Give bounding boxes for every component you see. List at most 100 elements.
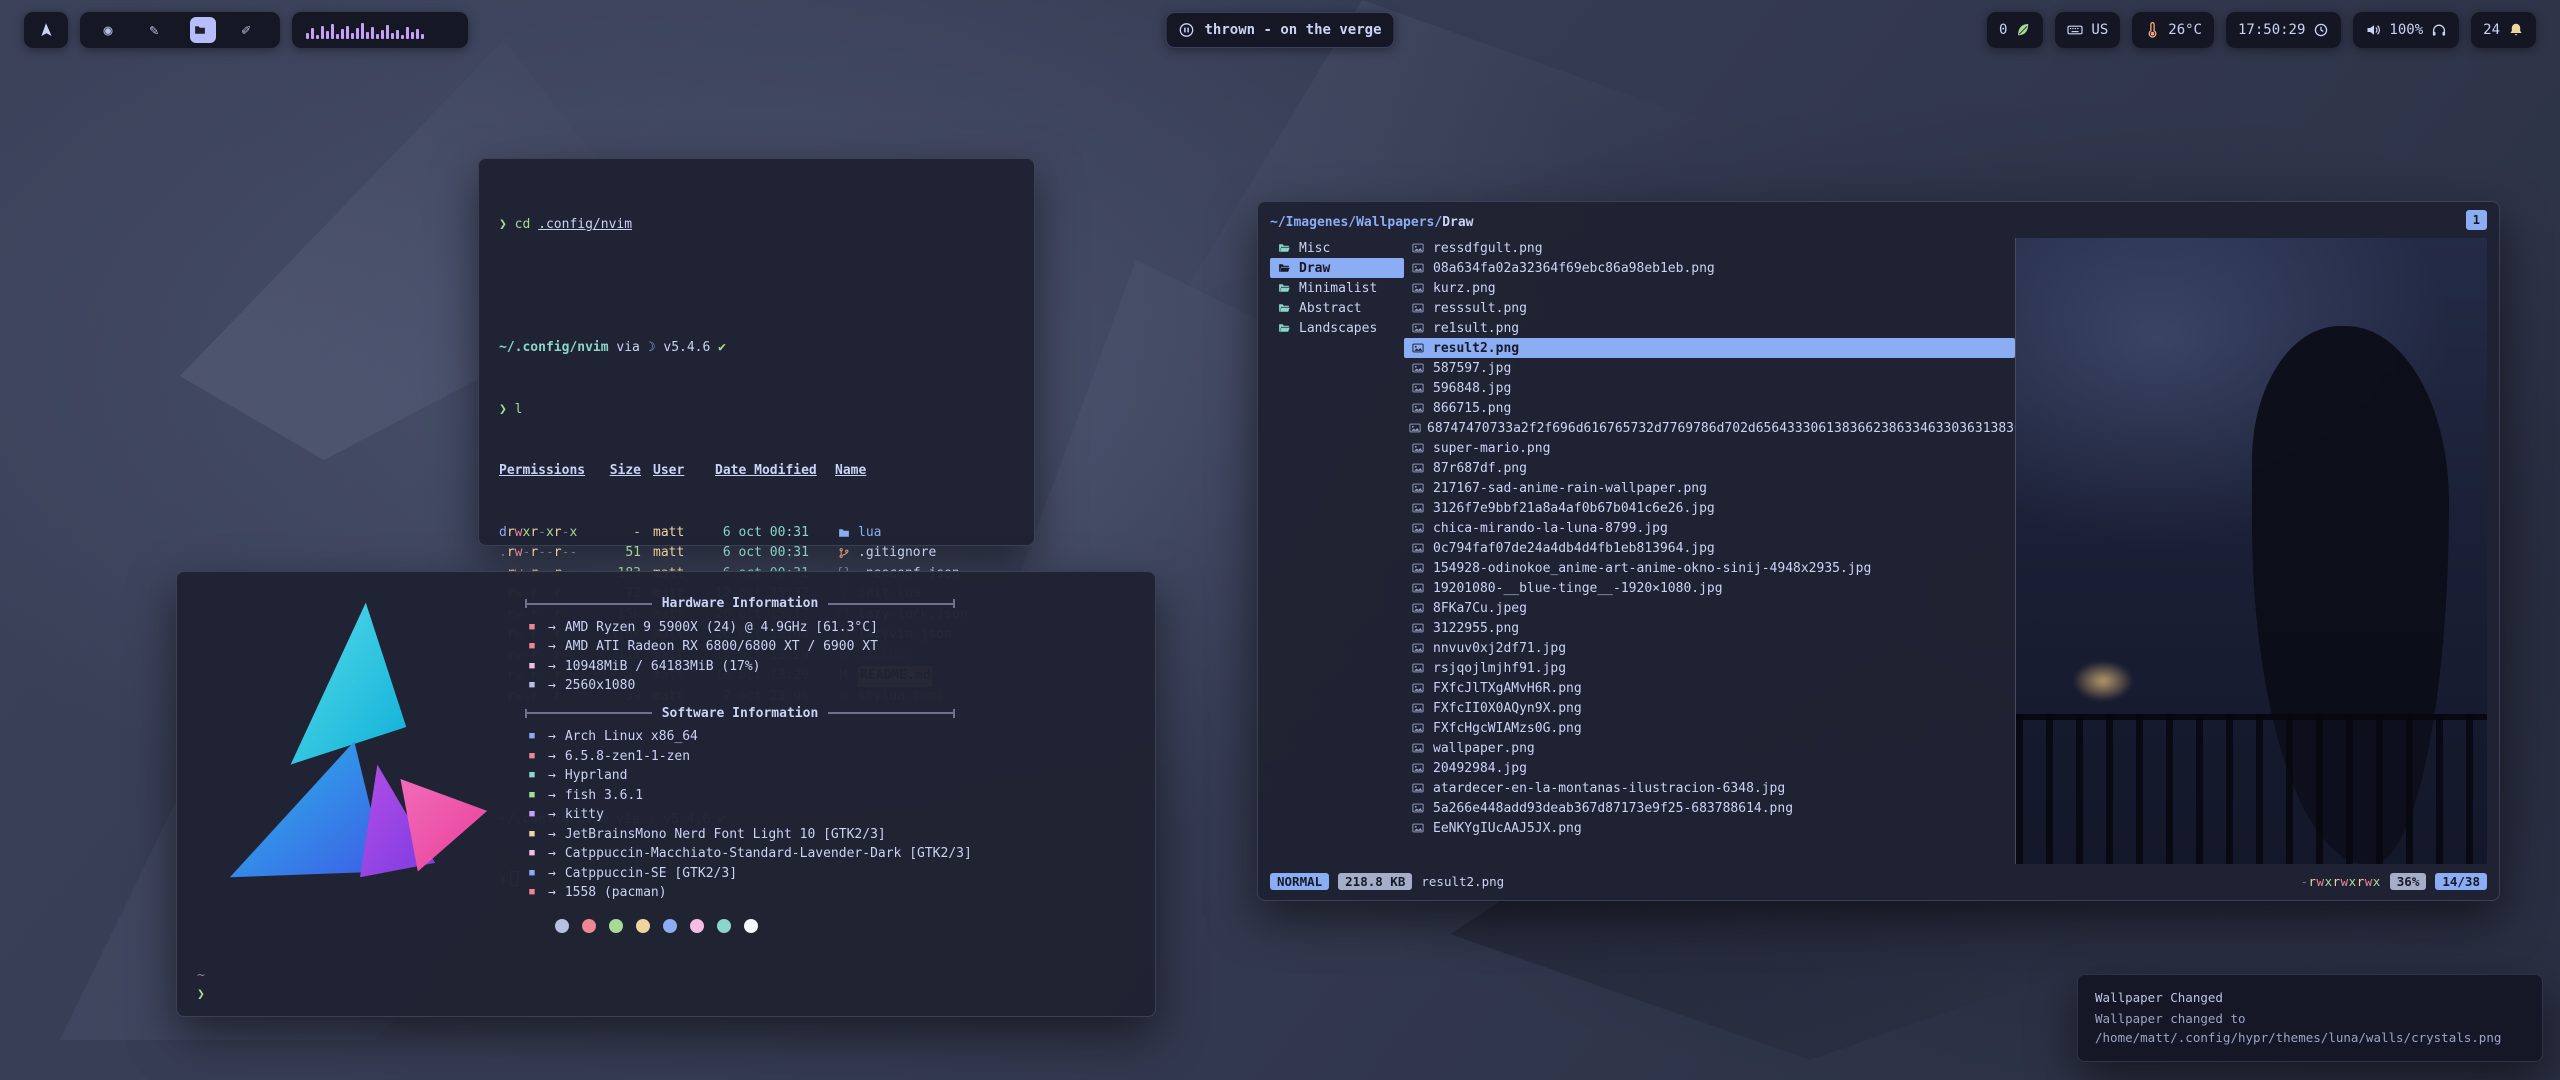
volume-module[interactable]: 100%: [2353, 12, 2459, 48]
nvim-terminal-window[interactable]: ❯ cd .config/nvim ~/.config/nvim via ☽ v…: [478, 158, 1035, 546]
file-item[interactable]: 87r687df.png: [1404, 458, 2015, 478]
fetch-info-line: ■→AMD ATI Radeon RX 6800/6800 XT / 6900 …: [525, 637, 1137, 657]
file-item[interactable]: wallpaper.png: [1404, 738, 2015, 758]
color-palette: [555, 919, 1137, 933]
file-item[interactable]: 154928-odinokoe_anime-art-anime-okno-sin…: [1404, 558, 2015, 578]
file-item[interactable]: 20492984.jpg: [1404, 758, 2015, 778]
file-manager-window[interactable]: ~/Imagenes/Wallpapers/Draw 1 MiscDrawMin…: [1257, 201, 2500, 901]
ls-header: Permissions Size User Date Modified Name: [499, 461, 1014, 482]
file-item[interactable]: result2.png: [1404, 338, 2015, 358]
updates-module[interactable]: 0: [1987, 12, 2043, 48]
image-icon: [1409, 542, 1427, 554]
file-item[interactable]: atardecer-en-la-montanas-ilustracion-634…: [1404, 778, 2015, 798]
launcher-button[interactable]: [24, 12, 68, 48]
folder-item[interactable]: Landscapes: [1270, 318, 1404, 338]
keyboard-icon: [2067, 22, 2083, 38]
file-item[interactable]: FXfcJlTXgAMvH6R.png: [1404, 678, 2015, 698]
file-item[interactable]: chica-mirando-la-luna-8799.jpg: [1404, 518, 2015, 538]
folder-icon: [835, 527, 852, 539]
image-icon: [1409, 602, 1427, 614]
font-icon: ■: [525, 825, 539, 845]
file-item[interactable]: 5a266e448add93deab367d87173e9f25-6837886…: [1404, 798, 2015, 818]
tab-badge: 1: [2466, 210, 2487, 230]
image-icon: [1409, 682, 1427, 694]
image-icon: [1409, 482, 1427, 494]
folder-item[interactable]: Draw: [1270, 258, 1404, 278]
memory-icon: ■: [525, 657, 539, 677]
image-icon: [1409, 702, 1427, 714]
keyboard-layout-module[interactable]: US: [2055, 12, 2120, 48]
file-item[interactable]: re1sult.png: [1404, 318, 2015, 338]
image-icon: [1409, 582, 1427, 594]
file-item[interactable]: 596848.jpg: [1404, 378, 2015, 398]
palette-dot: [744, 919, 758, 933]
icons-icon: ■: [525, 864, 539, 884]
image-icon: [1409, 262, 1427, 274]
file-item[interactable]: 217167-sad-anime-rain-wallpaper.png: [1404, 478, 2015, 498]
fetch-info-line: ■→kitty: [525, 805, 1137, 825]
palette-dot: [690, 919, 704, 933]
folder-icon: [192, 24, 209, 36]
notification-title: Wallpaper Changed: [2095, 988, 2525, 1007]
folder-pane: MiscDrawMinimalistAbstractLandscapes: [1270, 238, 1404, 864]
visualizer-bars: [306, 21, 454, 39]
file-item[interactable]: FXfcHgcWIAMzs0G.png: [1404, 718, 2015, 738]
file-item[interactable]: rsjqojlmjhf91.jpg: [1404, 658, 2015, 678]
file-item[interactable]: FXfcII0X0AQyn9X.png: [1404, 698, 2015, 718]
status-perms: -rwxrwxrwx: [2300, 874, 2380, 889]
prompt-cwd: ~: [197, 966, 205, 985]
git-icon: [835, 547, 852, 559]
kernel-icon: ■: [525, 747, 539, 767]
workspace-1[interactable]: ◉: [98, 17, 124, 43]
file-item[interactable]: 3126f7e9bbf21a8a4af0b67b041c6e26.jpg: [1404, 498, 2015, 518]
hardware-list: ■→AMD Ryzen 9 5900X (24) @ 4.9GHz [61.3°…: [525, 618, 1137, 696]
file-item[interactable]: 0c794faf07de24a4db4d4fb1eb813964.jpg: [1404, 538, 2015, 558]
file-item[interactable]: kurz.png: [1404, 278, 2015, 298]
image-icon: [1409, 362, 1427, 374]
pause-icon: [1178, 22, 1194, 38]
folder-item[interactable]: Misc: [1270, 238, 1404, 258]
terminal-line: ❯ l: [499, 400, 1014, 421]
folder-item[interactable]: Minimalist: [1270, 278, 1404, 298]
notification-popup[interactable]: Wallpaper Changed Wallpaper changed to /…: [2077, 974, 2543, 1062]
display-icon: ■: [525, 676, 539, 696]
workspace-2[interactable]: ✎: [144, 17, 170, 43]
lua-icon: ☽: [648, 340, 656, 355]
file-item[interactable]: 08a634fa02a32364f69ebc86a98eb1eb.png: [1404, 258, 2015, 278]
file-item[interactable]: nnvuv0xj2df71.jpg: [1404, 638, 2015, 658]
file-item[interactable]: resssult.png: [1404, 298, 2015, 318]
weather-module[interactable]: 26°C: [2132, 12, 2214, 48]
folder-item[interactable]: Abstract: [1270, 298, 1404, 318]
updates-count: 0: [1999, 22, 2007, 38]
image-icon: [1409, 402, 1427, 414]
folderOpen-icon: [1275, 242, 1293, 254]
ls-row: .rw-r--r--51matt 6 oct 00:31.gitignore: [499, 543, 1014, 564]
file-item[interactable]: ressdfgult.png: [1404, 238, 2015, 258]
clock-module[interactable]: 17:50:29: [2226, 12, 2341, 48]
wm-icon: ■: [525, 766, 539, 786]
mode-badge: NORMAL: [1270, 873, 1329, 890]
media-player-module[interactable]: thrown - on the verge: [1165, 12, 1394, 48]
file-item[interactable]: 68747470733a2f2f696d616765732d7769786d70…: [1404, 418, 2015, 438]
hardware-section-header: Hardware Information: [525, 594, 955, 614]
pen-icon: ✎: [146, 21, 163, 39]
file-item[interactable]: 866715.png: [1404, 398, 2015, 418]
image-icon: [1409, 822, 1427, 834]
file-item[interactable]: super-mario.png: [1404, 438, 2015, 458]
fetch-terminal-window[interactable]: Hardware Information ■→AMD Ryzen 9 5900X…: [176, 571, 1156, 1017]
fetch-info-line: ■→6.5.8-zen1-1-zen: [525, 747, 1137, 767]
image-icon: [1409, 382, 1427, 394]
file-item[interactable]: 8FKa7Cu.jpeg: [1404, 598, 2015, 618]
workspace-3[interactable]: [190, 17, 216, 43]
file-item[interactable]: 587597.jpg: [1404, 358, 2015, 378]
file-item[interactable]: 19201080-__blue-tinge__-1920×1080.jpg: [1404, 578, 2015, 598]
workspace-4[interactable]: ✐: [236, 17, 262, 43]
image-icon: [1409, 442, 1427, 454]
file-item[interactable]: 3122955.png: [1404, 618, 2015, 638]
pencil-icon: ✐: [238, 21, 255, 39]
image-icon: [1409, 802, 1427, 814]
bell-icon: [2508, 22, 2524, 38]
file-item[interactable]: EeNKYgIUcAAJ5JX.png: [1404, 818, 2015, 838]
notifications-module[interactable]: 24: [2471, 12, 2536, 48]
palette-dot: [636, 919, 650, 933]
